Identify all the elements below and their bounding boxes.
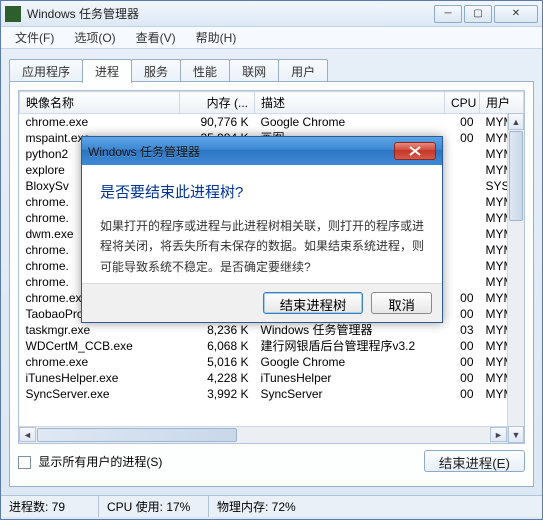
show-all-users-label: 显示所有用户的进程(S) (38, 455, 162, 469)
cell-cpu (445, 194, 480, 210)
below-list: 显示所有用户的进程(S) 结束进程(E) (18, 444, 525, 470)
cell-cpu: 03 (445, 322, 480, 338)
table-row[interactable]: WDCertM_CCB.exe6,068 K建行网银盾后台管理程序v3.200M… (20, 338, 524, 354)
cell-image-name: taskmgr.exe (20, 322, 180, 338)
table-row[interactable]: chrome.exe5,016 KGoogle Chrome00MYM (20, 354, 524, 370)
tabs: 应用程序 进程 服务 性能 联网 用户 (9, 59, 534, 81)
table-row[interactable]: iTunesHelper.exe4,228 KiTunesHelper00MYM (20, 370, 524, 386)
dialog-heading: 是否要结束此进程树? (100, 181, 424, 202)
cell-memory: 5,016 K (180, 354, 255, 370)
cell-cpu (445, 210, 480, 226)
checkbox-icon[interactable] (18, 456, 31, 469)
table-row[interactable]: SyncServer.exe3,992 KSyncServer00MYM (20, 386, 524, 402)
column-headers[interactable]: 映像名称 内存 (... 描述 CPU 用户 (20, 92, 524, 114)
col-image-name[interactable]: 映像名称 (20, 92, 180, 114)
dialog-text: 如果打开的程序或进程与此进程树相关联，则打开的程序或进程将关闭，将丢失所有未保存… (100, 216, 424, 277)
cell-image-name: WDCertM_CCB.exe (20, 338, 180, 354)
table-row[interactable]: taskmgr.exe8,236 KWindows 任务管理器03MYM (20, 322, 524, 338)
vertical-scrollbar[interactable]: ▲ ▼ (507, 113, 524, 443)
confirm-end-process-tree-dialog: Windows 任务管理器 是否要结束此进程树? 如果打开的程序或进程与此进程树… (81, 136, 443, 323)
cell-cpu (445, 162, 480, 178)
app-icon (5, 6, 21, 22)
dialog-close-button[interactable] (394, 142, 436, 160)
scroll-down-button[interactable]: ▼ (508, 426, 524, 443)
cell-cpu: 00 (445, 338, 480, 354)
close-button[interactable]: ✕ (494, 5, 538, 23)
cell-memory: 8,236 K (180, 322, 255, 338)
menu-help[interactable]: 帮助(H) (186, 27, 247, 48)
cell-description: iTunesHelper (255, 370, 445, 386)
menu-file[interactable]: 文件(F) (5, 27, 64, 48)
cell-cpu: 00 (445, 354, 480, 370)
titlebar[interactable]: Windows 任务管理器 ─ ▢ ✕ (1, 1, 542, 27)
tab-processes[interactable]: 进程 (82, 59, 132, 83)
menubar: 文件(F) 选项(O) 查看(V) 帮助(H) (1, 27, 542, 49)
scroll-thumb-v[interactable] (509, 131, 523, 221)
cancel-button[interactable]: 取消 (371, 292, 432, 314)
cell-description: SyncServer (255, 386, 445, 402)
status-memory: 物理内存: 72% (209, 496, 542, 517)
statusbar: 进程数: 79 CPU 使用: 17% 物理内存: 72% (1, 495, 542, 517)
dialog-buttons: 结束进程树 取消 (82, 283, 442, 322)
scroll-right-button[interactable]: ► (490, 427, 507, 442)
dialog-body: 是否要结束此进程树? 如果打开的程序或进程与此进程树相关联，则打开的程序或进程将… (82, 165, 442, 283)
cell-cpu (445, 146, 480, 162)
window-title: Windows 任务管理器 (27, 5, 434, 22)
scroll-thumb-h[interactable] (37, 428, 237, 442)
cell-memory: 4,228 K (180, 370, 255, 386)
cell-cpu: 00 (445, 290, 480, 306)
cell-description: 建行网银盾后台管理程序v3.2 (255, 338, 445, 354)
cell-cpu (445, 242, 480, 258)
menu-options[interactable]: 选项(O) (64, 27, 125, 48)
status-cpu: CPU 使用: 17% (99, 496, 209, 517)
cell-cpu (445, 178, 480, 194)
col-memory[interactable]: 内存 (... (180, 92, 255, 114)
menu-view[interactable]: 查看(V) (126, 27, 186, 48)
cell-memory: 6,068 K (180, 338, 255, 354)
cell-image-name: SyncServer.exe (20, 386, 180, 402)
tab-applications[interactable]: 应用程序 (9, 59, 83, 81)
table-row[interactable]: chrome.exe90,776 KGoogle Chrome00MYM (20, 114, 524, 131)
tab-services[interactable]: 服务 (131, 59, 181, 81)
end-process-tree-button[interactable]: 结束进程树 (263, 292, 364, 314)
cell-image-name: chrome.exe (20, 354, 180, 370)
cell-description: Windows 任务管理器 (255, 322, 445, 338)
tab-users[interactable]: 用户 (278, 59, 328, 81)
cell-cpu: 00 (445, 386, 480, 402)
tab-networking[interactable]: 联网 (229, 59, 279, 81)
col-user[interactable]: 用户 (480, 92, 524, 114)
minimize-button[interactable]: ─ (434, 5, 462, 23)
dialog-title: Windows 任务管理器 (88, 143, 394, 160)
cell-cpu: 00 (445, 370, 480, 386)
maximize-button[interactable]: ▢ (464, 5, 492, 23)
tab-performance[interactable]: 性能 (180, 59, 230, 81)
cell-cpu: 00 (445, 114, 480, 131)
horizontal-scrollbar[interactable]: ◄ ► (19, 426, 507, 443)
cell-memory: 3,992 K (180, 386, 255, 402)
close-icon (409, 146, 421, 156)
scroll-up-button[interactable]: ▲ (508, 113, 524, 130)
cell-description: Google Chrome (255, 354, 445, 370)
cell-cpu (445, 258, 480, 274)
cell-cpu (445, 274, 480, 290)
col-description[interactable]: 描述 (255, 92, 445, 114)
col-cpu[interactable]: CPU (445, 92, 480, 114)
end-process-button[interactable]: 结束进程(E) (424, 450, 525, 472)
cell-cpu: 00 (445, 306, 480, 322)
dialog-titlebar[interactable]: Windows 任务管理器 (82, 137, 442, 165)
status-processes: 进程数: 79 (1, 496, 99, 517)
cell-image-name: chrome.exe (20, 114, 180, 131)
cell-memory: 90,776 K (180, 114, 255, 131)
scroll-left-button[interactable]: ◄ (19, 427, 36, 442)
show-all-users-checkbox[interactable]: 显示所有用户的进程(S) (18, 453, 162, 470)
task-manager-window: Windows 任务管理器 ─ ▢ ✕ 文件(F) 选项(O) 查看(V) 帮助… (0, 0, 543, 520)
cell-image-name: iTunesHelper.exe (20, 370, 180, 386)
cell-cpu (445, 226, 480, 242)
cell-description: Google Chrome (255, 114, 445, 131)
cell-cpu: 00 (445, 130, 480, 146)
